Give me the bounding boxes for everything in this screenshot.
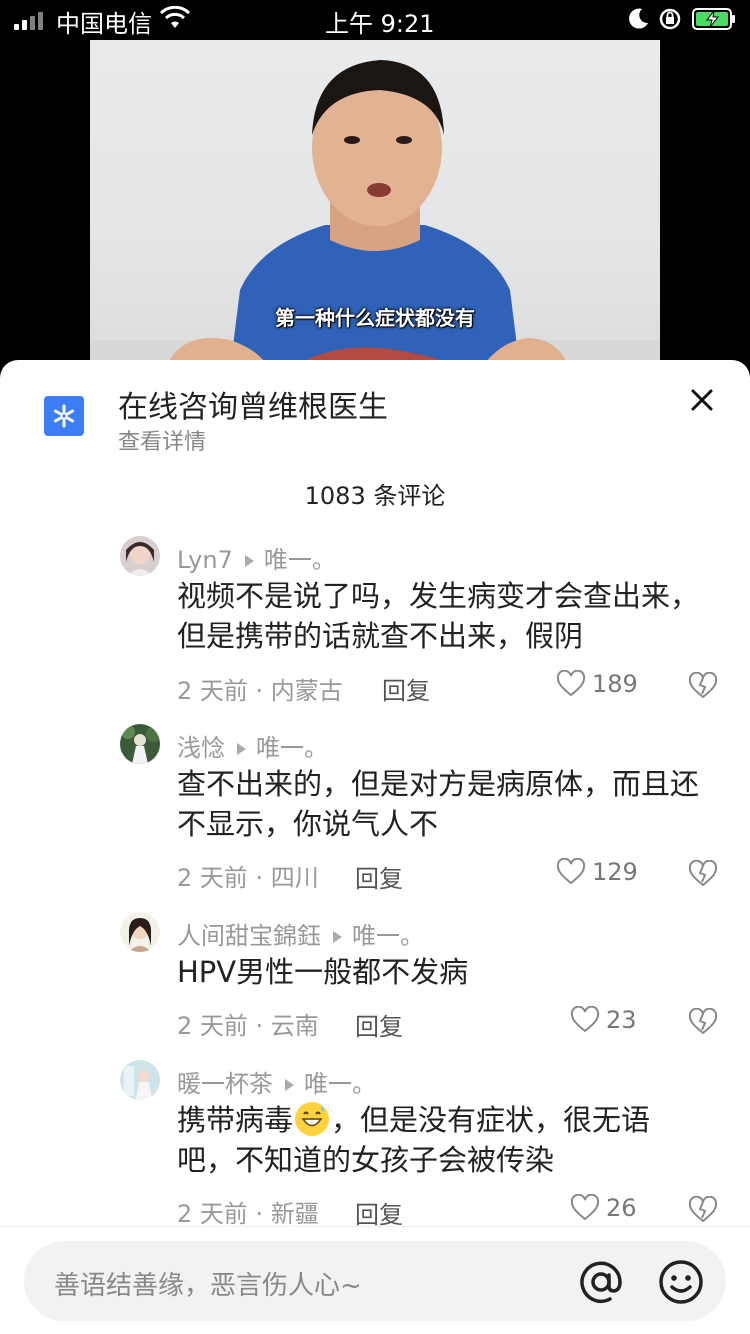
like-count: 23 bbox=[606, 1006, 637, 1034]
reply-arrow-icon bbox=[237, 743, 246, 755]
like-count: 26 bbox=[606, 1194, 637, 1222]
comment-item: 暖一杯茶 唯一。 携带病毒 ，但是没有症状，很无语吧，不知道的女孩子会被传染 2 … bbox=[0, 1060, 750, 1230]
broken-heart-icon[interactable] bbox=[688, 672, 718, 700]
broken-heart-icon[interactable] bbox=[688, 1008, 718, 1036]
moon-icon bbox=[629, 8, 648, 29]
like-count: 129 bbox=[592, 858, 638, 886]
comment-author[interactable]: 暖一杯茶 唯一。 bbox=[177, 1064, 376, 1099]
heart-outline-icon bbox=[570, 1006, 600, 1033]
comment-input-placeholder[interactable]: 善语结善缘，恶言伤人心~ bbox=[54, 1265, 362, 1302]
status-bar: 中国电信 上午 9:21 bbox=[0, 0, 750, 40]
medical-star-icon[interactable] bbox=[44, 396, 84, 436]
comment-item: 人间甜宝錦鈺 唯一。 HPV男性一般都不发病 2 天前 · 云南 回复 23 bbox=[0, 912, 750, 1042]
comments-sheet: 在线咨询曾维根医生 查看详情 1083 条评论 Lyn7 唯一。 视频不是说了吗，… bbox=[0, 360, 750, 1334]
comment-input-bar: 善语结善缘，恶言伤人心~ bbox=[0, 1226, 750, 1334]
wifi-icon bbox=[160, 6, 190, 28]
rotation-lock-icon bbox=[659, 8, 681, 30]
video-player[interactable]: 第一种什么症状都没有 bbox=[90, 40, 660, 370]
like-count: 189 bbox=[592, 670, 638, 698]
avatar[interactable] bbox=[120, 724, 160, 764]
video-caption: 第一种什么症状都没有 bbox=[275, 306, 475, 330]
comment-meta: 2 天前 · 四川 bbox=[177, 864, 319, 892]
signal-icon bbox=[14, 10, 43, 30]
clock: 上午 9:21 bbox=[325, 10, 435, 38]
comment-item: Lyn7 唯一。 视频不是说了吗，发生病变才会查出来，但是携带的话就查不出来，假阴… bbox=[0, 536, 750, 706]
comment-meta: 2 天前 · 新疆 bbox=[177, 1200, 319, 1228]
comment-item: 浅惗 唯一。 查不出来的，但是对方是病原体，而且还不显示，你说气人不 2 天前 ·… bbox=[0, 724, 750, 894]
carrier-label: 中国电信 bbox=[56, 10, 152, 38]
heart-outline-icon bbox=[556, 858, 586, 885]
comment-meta: 2 天前 · 云南 bbox=[177, 1012, 319, 1040]
comment-text: 查不出来的，但是对方是病原体，而且还不显示，你说气人不 bbox=[177, 767, 700, 841]
reply-button[interactable]: 回复 bbox=[355, 1007, 403, 1042]
smiley-icon[interactable] bbox=[656, 1257, 706, 1307]
consult-details-link[interactable]: 查看详情 bbox=[118, 424, 206, 456]
avatar[interactable] bbox=[120, 912, 160, 952]
comment-input[interactable]: 善语结善缘，恶言伤人心~ bbox=[24, 1241, 726, 1321]
close-icon[interactable] bbox=[684, 382, 720, 418]
comment-text: 携带病毒 ，但是没有症状，很无语吧，不知道的女孩子会被传染 bbox=[177, 1102, 651, 1177]
avatar[interactable] bbox=[120, 536, 160, 576]
battery-icon bbox=[692, 8, 735, 30]
reply-button[interactable]: 回复 bbox=[355, 859, 403, 894]
broken-heart-icon[interactable] bbox=[688, 1196, 718, 1224]
comment-author[interactable]: 浅惗 唯一。 bbox=[177, 728, 328, 763]
reply-button[interactable]: 回复 bbox=[382, 671, 430, 706]
comment-count: 1083 条评论 bbox=[304, 482, 446, 510]
at-icon[interactable] bbox=[576, 1257, 626, 1307]
grinning-sweat-emoji-icon bbox=[295, 1102, 330, 1136]
comment-author[interactable]: 人间甜宝錦鈺 唯一。 bbox=[177, 916, 424, 951]
comment-text: 视频不是说了吗，发生病变才会查出来，但是携带的话就查不出来，假阴 bbox=[177, 579, 700, 653]
comment-author[interactable]: Lyn7 唯一。 bbox=[177, 540, 336, 575]
reply-button[interactable]: 回复 bbox=[355, 1195, 403, 1230]
avatar[interactable] bbox=[120, 1060, 160, 1100]
reply-arrow-icon bbox=[333, 931, 342, 943]
comment-meta: 2 天前 · 内蒙古 bbox=[177, 677, 343, 705]
comment-text: HPV男性一般都不发病 bbox=[177, 955, 469, 989]
reply-arrow-icon bbox=[285, 1079, 294, 1091]
reply-arrow-icon bbox=[244, 555, 254, 567]
heart-outline-icon bbox=[570, 1194, 600, 1221]
app-root: 中国电信 上午 9:21 第一种什么症状都没有 在线咨询曾维根医生 查看详情 1… bbox=[0, 0, 750, 1334]
broken-heart-icon[interactable] bbox=[688, 860, 718, 888]
consult-title[interactable]: 在线咨询曾维根医生 bbox=[118, 382, 388, 426]
heart-outline-icon bbox=[556, 670, 586, 697]
